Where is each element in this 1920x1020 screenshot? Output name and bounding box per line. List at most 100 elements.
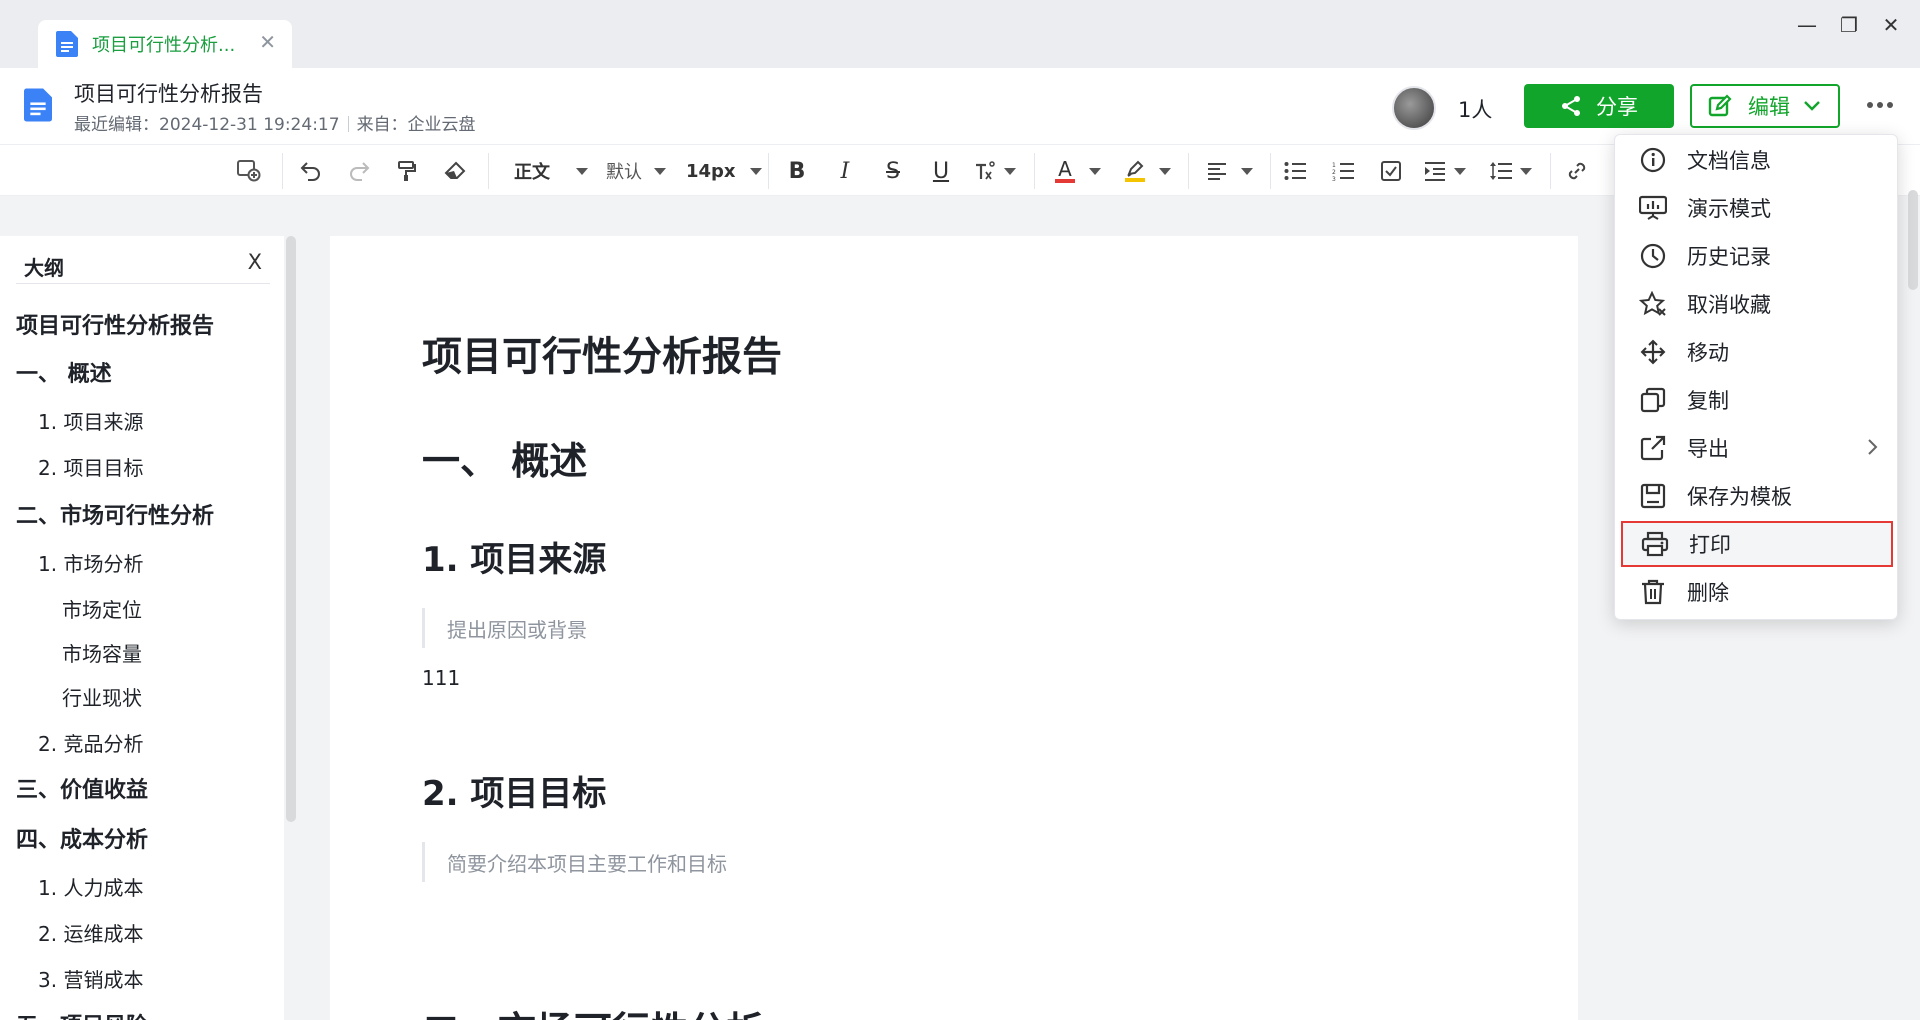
outline-item[interactable]: 2. 竞品分析	[38, 728, 143, 757]
restore-icon[interactable]: ❐	[1834, 10, 1864, 40]
align-left-icon	[1208, 163, 1226, 180]
doc-quote: 简要介绍本项目主要工作和目标	[422, 842, 727, 882]
superscript-button[interactable]	[968, 155, 1022, 187]
strikethrough-button[interactable]: S	[878, 155, 908, 187]
info-icon	[1639, 146, 1667, 174]
menu-item-label: 演示模式	[1687, 197, 1771, 221]
numbered-list-icon[interactable]: 123	[1328, 155, 1358, 187]
outline-item[interactable]: 一、 概述	[16, 356, 112, 388]
svg-text:1: 1	[1332, 162, 1336, 169]
eraser-icon[interactable]	[440, 155, 470, 187]
line-spacing-button[interactable]	[1484, 155, 1538, 187]
collaborator-count[interactable]: 1人	[1458, 94, 1492, 124]
checklist-icon[interactable]	[1376, 155, 1406, 187]
menu-item-copy[interactable]: 复制	[1621, 377, 1893, 423]
document-page[interactable]: 项目可行性分析报告 一、 概述 1. 项目来源 提出原因或背景 111 2. 项…	[330, 236, 1578, 1020]
bold-button[interactable]: B	[782, 155, 812, 187]
document-header: 项目可行性分析报告 最近编辑：2024-12-31 19:24:17 来自：企业云…	[0, 68, 1920, 144]
outline-item[interactable]: 市场容量	[62, 638, 142, 667]
italic-button[interactable]: I	[830, 155, 860, 187]
font-color-button[interactable]: A	[1050, 155, 1106, 187]
underline-button[interactable]: U	[926, 155, 956, 187]
svg-text:2: 2	[1332, 169, 1336, 176]
document-meta: 最近编辑：2024-12-31 19:24:17 来自：企业云盘	[74, 110, 476, 135]
redo-icon[interactable]	[344, 155, 374, 187]
page-scrollbar[interactable]	[1908, 190, 1918, 290]
edit-icon	[1708, 94, 1732, 117]
insert-icon[interactable]	[234, 155, 264, 187]
line-spacing-icon	[1490, 162, 1512, 180]
minimize-icon[interactable]: —	[1792, 10, 1822, 40]
edit-label: 编辑	[1748, 95, 1790, 119]
menu-item-doc-info[interactable]: 文档信息	[1621, 137, 1893, 183]
share-icon	[1562, 96, 1580, 116]
outline-item[interactable]: 三、价值收益	[16, 772, 148, 804]
last-edited: 最近编辑：2024-12-31 19:24:17	[74, 115, 340, 135]
avatar[interactable]	[1392, 86, 1436, 130]
link-icon[interactable]	[1562, 155, 1592, 187]
menu-item-label: 取消收藏	[1687, 293, 1771, 317]
menu-item-unfavorite[interactable]: 取消收藏	[1621, 281, 1893, 327]
outline-item[interactable]: 1. 市场分析	[38, 548, 143, 577]
outline-item[interactable]: 1. 项目来源	[38, 406, 143, 435]
document-icon	[24, 88, 52, 122]
outline-item[interactable]: 2. 运维成本	[38, 918, 143, 947]
document-title: 项目可行性分析报告	[74, 82, 263, 106]
menu-item-label: 删除	[1687, 581, 1729, 605]
tab-bar: 项目可行性分析... ✕ — ❐ ✕	[0, 0, 1920, 68]
doc-quote: 提出原因或背景	[422, 608, 587, 648]
outline-item[interactable]: 五、项目风险	[16, 1008, 148, 1020]
outline-item[interactable]: 2. 项目目标	[38, 452, 143, 481]
outline-item[interactable]: 行业现状	[62, 682, 142, 711]
undo-icon[interactable]	[296, 155, 326, 187]
menu-item-label: 文档信息	[1687, 149, 1771, 173]
outline-scrollbar[interactable]	[286, 236, 296, 822]
menu-item-save-template[interactable]: 保存为模板	[1621, 473, 1893, 519]
outline-item[interactable]: 四、成本分析	[16, 822, 148, 854]
menu-item-label: 历史记录	[1687, 245, 1771, 269]
chevron-right-icon	[1868, 439, 1878, 455]
presentation-icon	[1639, 194, 1667, 222]
outline-panel: 大纲 X 项目可行性分析报告 一、 概述 1. 项目来源 2. 项目目标 二、市…	[0, 236, 284, 1020]
trash-icon	[1639, 578, 1667, 606]
font-size-value: 14px	[686, 160, 736, 182]
clock-icon	[1639, 242, 1667, 270]
menu-item-delete[interactable]: 删除	[1621, 569, 1893, 615]
outline-item[interactable]: 1. 人力成本	[38, 872, 143, 901]
star-remove-icon	[1639, 290, 1667, 318]
tab-close-icon[interactable]: ✕	[259, 30, 276, 54]
font-size-select[interactable]: 14px	[686, 155, 766, 187]
export-icon	[1639, 434, 1667, 462]
highlight-color-button[interactable]	[1120, 155, 1176, 187]
bullet-list-icon[interactable]	[1280, 155, 1310, 187]
share-button[interactable]: 分享	[1524, 84, 1674, 128]
move-icon	[1639, 338, 1667, 366]
menu-item-history[interactable]: 历史记录	[1621, 233, 1893, 279]
chevron-down-icon	[1804, 101, 1820, 111]
edit-button[interactable]: 编辑	[1690, 84, 1840, 128]
outline-close-button[interactable]: X	[248, 250, 262, 274]
outline-item[interactable]: 项目可行性分析报告	[16, 308, 214, 340]
save-icon	[1639, 482, 1667, 510]
font-family-select[interactable]: 默认	[606, 155, 670, 187]
menu-item-move[interactable]: 移动	[1621, 329, 1893, 375]
more-options-menu: 文档信息 演示模式 历史记录 取消收藏 移动 复制 导出 保存为模板 打印 删除	[1614, 134, 1898, 620]
outline-item[interactable]: 市场定位	[62, 594, 142, 623]
format-painter-icon[interactable]	[392, 155, 422, 187]
more-options-button[interactable]	[1862, 90, 1898, 120]
paragraph-style-select[interactable]: 正文	[514, 155, 594, 187]
menu-item-label: 保存为模板	[1687, 485, 1792, 509]
paragraph-style-value: 正文	[514, 162, 550, 183]
menu-item-print[interactable]: 打印	[1621, 521, 1893, 567]
window-close-icon[interactable]: ✕	[1876, 10, 1906, 40]
indent-button[interactable]	[1418, 155, 1472, 187]
align-button[interactable]	[1202, 155, 1258, 187]
document-tab[interactable]: 项目可行性分析... ✕	[38, 20, 292, 68]
outline-item[interactable]: 二、市场可行性分析	[16, 498, 214, 530]
outline-item[interactable]: 3. 营销成本	[38, 964, 143, 993]
menu-item-export[interactable]: 导出	[1621, 425, 1893, 471]
menu-item-presentation[interactable]: 演示模式	[1621, 185, 1893, 231]
font-family-value: 默认	[606, 162, 642, 183]
menu-item-label: 移动	[1687, 341, 1729, 365]
highlighter-icon	[1125, 160, 1145, 182]
